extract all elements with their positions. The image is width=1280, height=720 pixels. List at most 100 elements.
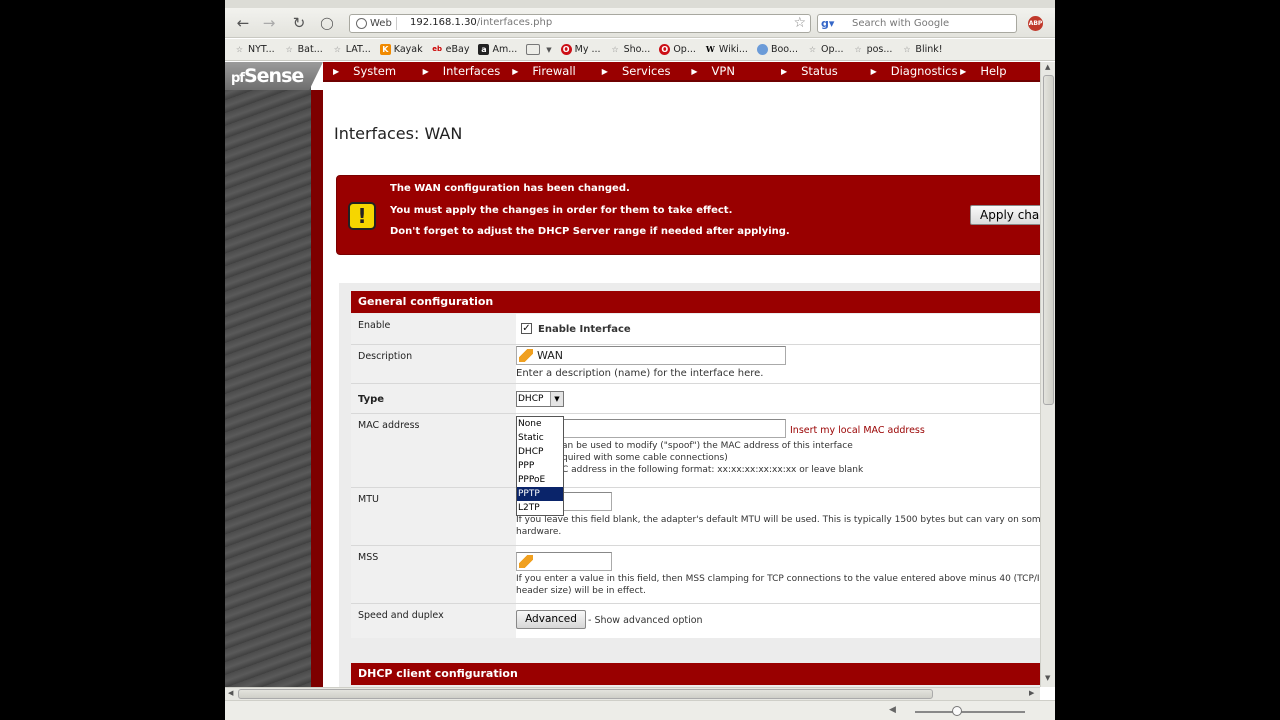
type-option-highlighted[interactable]: PPTP	[517, 487, 563, 501]
folder-icon	[526, 44, 541, 55]
mss-input[interactable]	[516, 552, 612, 571]
bookmark-item[interactable]: ☆ NYT...	[234, 44, 275, 55]
type-select[interactable]: DHCP ▼	[516, 391, 564, 407]
star-icon: ☆	[235, 45, 244, 54]
menu-system[interactable]: ▶ System	[323, 62, 413, 80]
mtu-value: If you leave this field blank, the adapt…	[516, 488, 1040, 545]
bookmark-item[interactable]: ☆ Blink!	[901, 44, 942, 55]
mss-value: If you enter a value in this field, then…	[516, 546, 1040, 603]
description-hint: Enter a description (name) for the inter…	[516, 368, 764, 379]
site-identity-label: Web	[370, 18, 392, 29]
menu-status[interactable]: ▶ Status	[771, 62, 861, 80]
scroll-left-icon[interactable]: ◀	[228, 689, 233, 697]
alert-line: The WAN configuration has been changed.	[390, 183, 630, 194]
bookmark-item[interactable]: O Op...	[659, 44, 696, 55]
alert-message: The WAN configuration has been changed. …	[390, 183, 790, 248]
menu-arrow-icon: ▶	[780, 66, 788, 76]
advanced-button[interactable]: Advanced	[516, 610, 586, 629]
horizontal-scrollbar[interactable]: ◀ ▶	[225, 687, 1040, 700]
type-dropdown-list[interactable]: None Static DHCP PPP PPPoE PPTP L2TP	[516, 416, 564, 516]
back-icon[interactable]: ←	[233, 14, 253, 32]
bookmark-item[interactable]: Boo...	[756, 44, 798, 55]
bookmark-item[interactable]: a Am...	[478, 44, 517, 55]
type-option[interactable]: PPPoE	[517, 473, 563, 487]
bookmark-item[interactable]: ☆ Bat...	[284, 44, 323, 55]
forward-icon[interactable]: →	[259, 14, 279, 32]
bookmark-item[interactable]: W Wiki...	[705, 44, 748, 55]
mtu-hint-2: hardware.	[516, 527, 562, 537]
google-icon[interactable]: g▾	[821, 17, 835, 30]
type-value: DHCP ▼	[516, 384, 1040, 413]
enable-checkbox[interactable]: ✓	[521, 323, 532, 334]
vertical-scroll-thumb[interactable]	[1043, 75, 1054, 405]
horizontal-scroll-thumb[interactable]	[238, 689, 933, 699]
menu-label: Firewall	[532, 64, 576, 78]
enable-value: ✓ Enable Interface	[516, 314, 1040, 344]
bookmark-item[interactable]: ☆ Sho...	[610, 44, 650, 55]
page-title: Interfaces: WAN	[334, 124, 463, 143]
url-path: /interfaces.php	[476, 17, 553, 28]
bookmark-label: Kayak	[393, 44, 423, 55]
mtu-hint-1: If you leave this field blank, the adapt…	[516, 515, 1040, 525]
menu-arrow-icon: ▶	[601, 66, 608, 76]
menu-vpn[interactable]: ▶ VPN	[681, 62, 771, 80]
menu-label: Services	[621, 64, 671, 78]
type-option[interactable]: PPP	[517, 459, 563, 473]
menu-interfaces[interactable]: ▶ Interfaces	[413, 62, 503, 80]
menu-arrow-icon: ▶	[512, 66, 519, 76]
speed-label: Speed and duplex	[358, 610, 444, 621]
bookmark-label: Op...	[820, 44, 844, 55]
bookmark-label: Am...	[492, 44, 518, 55]
mac-row: MAC address Insert my local MAC address …	[351, 414, 1040, 488]
bookmark-item[interactable]: ☆ LAT...	[332, 44, 371, 55]
menu-firewall[interactable]: ▶ Firewall	[502, 62, 592, 80]
zoom-out-icon[interactable]: ◀	[889, 705, 896, 715]
scroll-up-icon[interactable]: ▲	[1045, 63, 1050, 71]
menu-diagnostics[interactable]: ▶ Diagnostics	[861, 62, 958, 80]
warning-icon: !	[348, 202, 376, 230]
amazon-icon: a	[478, 44, 490, 55]
bookmark-folder[interactable]: ▼	[526, 44, 552, 55]
zoom-slider-track[interactable]	[915, 711, 1025, 713]
logo-text: Sense	[243, 65, 304, 87]
bookmark-label: Op...	[673, 44, 696, 55]
bookmark-item[interactable]: K Kayak	[379, 44, 423, 55]
description-row: Description WAN Enter a description (nam…	[351, 345, 1040, 384]
adblock-icon[interactable]: ABP	[1028, 16, 1043, 31]
menu-arrow-icon: ▶	[870, 66, 877, 76]
bookmark-star-icon[interactable]: ☆	[793, 15, 806, 31]
bookmark-item[interactable]: eb eBay	[432, 44, 469, 55]
search-box[interactable]: g▾ Search with Google	[817, 14, 1017, 33]
menu-help[interactable]: ▶ Help	[950, 62, 1040, 80]
url-host: 192.168.1.30	[410, 17, 477, 28]
site-identity[interactable]: Web	[354, 17, 397, 30]
type-option[interactable]: L2TP	[517, 501, 563, 515]
apply-changes-button[interactable]: Apply changes	[970, 205, 1040, 225]
vertical-scrollbar[interactable]: ▲ ▼	[1040, 62, 1055, 687]
type-option[interactable]: None	[517, 417, 563, 431]
type-option[interactable]: Static	[517, 431, 563, 445]
menu-arrow-icon: ▶	[960, 66, 967, 76]
bookmark-item[interactable]: ☆ Op...	[807, 44, 844, 55]
bookmark-item[interactable]: O My ...	[560, 44, 601, 55]
mss-hint-2: header size) will be in effect.	[516, 586, 646, 596]
key-icon[interactable]: ◯	[317, 14, 337, 32]
pfsense-logo[interactable]: pfSense	[225, 62, 323, 90]
enable-checkbox-label: Enable Interface	[538, 324, 631, 335]
menu-label: VPN	[711, 64, 735, 78]
enable-row: Enable ✓ Enable Interface	[351, 314, 1040, 345]
scroll-down-icon[interactable]: ▼	[1045, 674, 1050, 682]
zoom-slider-knob[interactable]	[952, 706, 962, 716]
type-option[interactable]: DHCP	[517, 445, 563, 459]
menu-services[interactable]: ▶ Services	[592, 62, 682, 80]
reload-icon[interactable]: ↻	[289, 14, 309, 32]
speed-row: Speed and duplex Advanced - Show advance…	[351, 604, 1040, 638]
chevron-down-icon: ▼	[546, 45, 552, 54]
address-bar[interactable]: Web 192.168.1.30/interfaces.php ☆	[349, 14, 811, 33]
menu-label: Help	[980, 64, 1007, 78]
description-input[interactable]: WAN	[516, 346, 786, 365]
insert-mac-link[interactable]: Insert my local MAC address	[790, 425, 925, 436]
scroll-right-icon[interactable]: ▶	[1029, 689, 1034, 697]
mac-hint-1: an be used to modify ("spoof") the MAC a…	[562, 441, 853, 451]
bookmark-item[interactable]: ☆ pos...	[853, 44, 892, 55]
